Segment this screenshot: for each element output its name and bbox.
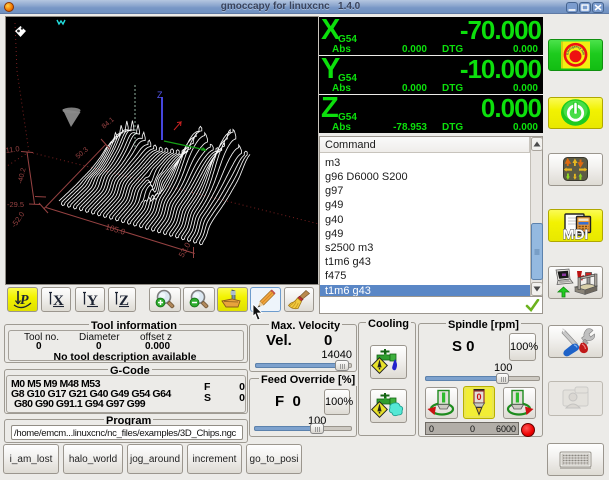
svg-text:84.1: 84.1 xyxy=(101,116,116,130)
svg-text:50.3: 50.3 xyxy=(75,146,90,160)
svg-text:-52.0: -52.0 xyxy=(9,210,26,229)
svg-text:0: 0 xyxy=(476,392,481,402)
svg-text:-40.2: -40.2 xyxy=(17,167,27,184)
svg-text:MDI: MDI xyxy=(563,226,589,241)
svg-text:Z: Z xyxy=(157,90,163,100)
svg-text:11.0: 11.0 xyxy=(6,144,20,155)
svg-text:-29.5: -29.5 xyxy=(7,200,24,209)
svg-text:105.0: 105.0 xyxy=(104,222,126,237)
svg-text:53.0: 53.0 xyxy=(177,241,193,259)
